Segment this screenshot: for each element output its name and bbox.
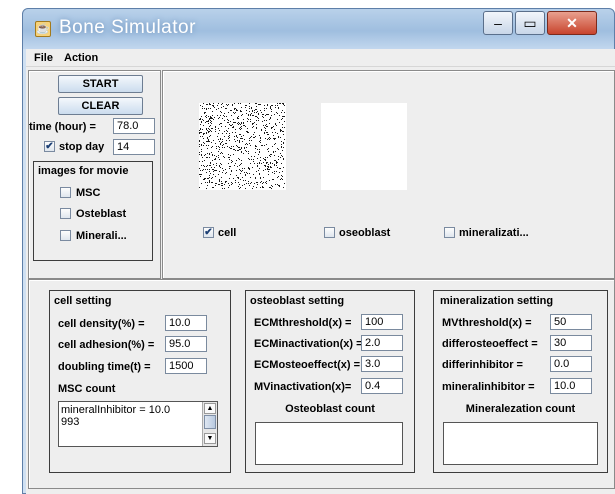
ecm-osteoeffect-label: ECMosteoeffect(x) = [254, 359, 361, 371]
mineralization-movie-checkbox[interactable] [60, 230, 71, 241]
cell-simulation-canvas [199, 103, 286, 190]
mineral-inhibitor-field[interactable]: 10.0 [550, 378, 592, 394]
menu-bar: File Action [26, 49, 615, 67]
mv-inactivation-label: MVinactivation(x)= [254, 381, 352, 393]
mineralization-count-label: Mineralezation count [465, 403, 576, 415]
mineralization-setting-group: mineralization setting MVthreshold(x) = … [433, 290, 608, 473]
cell-adhesion-field[interactable]: 95.0 [165, 336, 207, 352]
osteoblast-canvas [321, 103, 407, 190]
time-label: time (hour) = [29, 121, 96, 133]
scroll-up-icon[interactable]: ▲ [204, 403, 216, 414]
minimize-icon: ‒ [494, 15, 502, 31]
scrollbar[interactable]: ▲ ▼ [202, 402, 217, 446]
ecm-threshold-field[interactable]: 100 [361, 314, 403, 330]
close-button[interactable]: ✕ [547, 11, 597, 35]
doubling-time-field[interactable]: 1500 [165, 358, 207, 374]
mineralization-layer-label: mineralizati... [459, 227, 529, 239]
cell-layer-checkbox[interactable]: ✔ [203, 227, 214, 238]
osteoblast-movie-checkbox[interactable] [60, 208, 71, 219]
cell-density-field[interactable]: 10.0 [165, 315, 207, 331]
stop-day-checkbox[interactable]: ✔ [44, 141, 55, 152]
control-panel: START CLEAR time (hour) = 78.0 ✔ stop da… [28, 70, 161, 279]
osteoblast-count-label: Osteoblast count [285, 403, 375, 415]
display-panel: ✔ cell oseoblast mineralizati... [162, 70, 615, 279]
differ-inhibitor-label: differinhibitor = [442, 359, 523, 371]
stop-day-label: stop day [59, 141, 105, 153]
settings-panel: cell setting cell density(%) = 10.0 cell… [28, 279, 615, 489]
checkmark-icon: ✔ [45, 141, 54, 152]
clear-button[interactable]: CLEAR [58, 97, 143, 115]
ecm-threshold-label: ECMthreshold(x) = [254, 317, 352, 329]
ecm-inactivation-label: ECMinactivation(x) = [254, 338, 363, 350]
mv-inactivation-field[interactable]: 0.4 [361, 378, 403, 394]
mineralization-movie-label: Minerali... [76, 230, 127, 242]
mineralization-count-log[interactable] [443, 422, 598, 465]
msc-log-line: mineralInhibitor = 10.0 [61, 404, 171, 416]
window-title: Bone Simulator [59, 17, 196, 38]
start-button[interactable]: START [58, 75, 143, 93]
osteoblast-setting-group: osteoblast setting ECMthreshold(x) = 100… [245, 290, 415, 473]
doubling-time-label: doubling time(t) = [58, 361, 151, 373]
stop-day-field[interactable]: 14 [113, 139, 155, 155]
time-field[interactable]: 78.0 [113, 118, 155, 134]
java-app-icon: ☕ [35, 21, 51, 37]
mv-threshold-label: MVthreshold(x) = [442, 317, 532, 329]
cell-density-label: cell density(%) = [58, 318, 145, 330]
mineral-inhibitor-label: mineralinhibitor = [442, 381, 535, 393]
osteoblast-count-log[interactable] [255, 422, 403, 465]
cell-layer-label: cell [218, 227, 237, 239]
mv-threshold-field[interactable]: 50 [550, 314, 592, 330]
cell-adhesion-label: cell adhesion(%) = [58, 339, 155, 351]
mineralization-layer-checkbox[interactable] [444, 227, 455, 238]
ecm-osteoeffect-field[interactable]: 3.0 [361, 356, 403, 372]
msc-count-label: MSC count [58, 383, 116, 395]
menu-file[interactable]: File [34, 52, 53, 64]
menu-action[interactable]: Action [64, 52, 98, 64]
osteoblast-setting-title: osteoblast setting [250, 295, 345, 307]
differ-osteoeffect-field[interactable]: 30 [550, 335, 592, 351]
checkmark-icon: ✔ [204, 227, 213, 238]
images-for-movie-group: images for movie MSC Osteblast Minerali.… [33, 161, 153, 261]
minimize-button[interactable]: ‒ [483, 11, 513, 35]
cell-setting-group: cell setting cell density(%) = 10.0 cell… [49, 290, 231, 473]
cell-setting-title: cell setting [54, 295, 112, 307]
scroll-thumb[interactable] [204, 415, 216, 429]
msc-movie-label: MSC [76, 187, 101, 199]
msc-count-log[interactable]: mineralInhibitor = 10.0 993 ▲ ▼ [58, 401, 218, 447]
osteoblast-layer-checkbox[interactable] [324, 227, 335, 238]
ecm-inactivation-field[interactable]: 2.0 [361, 335, 403, 351]
osteoblast-movie-label: Osteblast [76, 208, 127, 220]
maximize-button[interactable]: ▭ [515, 11, 545, 35]
differ-osteoeffect-label: differosteoeffect = [442, 338, 538, 350]
differ-inhibitor-field[interactable]: 0.0 [550, 356, 592, 372]
osteoblast-layer-label: oseoblast [339, 227, 391, 239]
mineralization-setting-title: mineralization setting [440, 295, 554, 307]
scroll-down-icon[interactable]: ▼ [204, 433, 216, 444]
content-pane: START CLEAR time (hour) = 78.0 ✔ stop da… [26, 67, 615, 494]
images-group-title: images for movie [38, 165, 129, 177]
title-bar[interactable]: ☕ Bone Simulator ‒ ▭ ✕ [23, 9, 614, 49]
maximize-icon: ▭ [523, 15, 537, 31]
close-icon: ✕ [566, 15, 578, 31]
msc-movie-checkbox[interactable] [60, 187, 71, 198]
msc-log-line: 993 [61, 416, 80, 428]
